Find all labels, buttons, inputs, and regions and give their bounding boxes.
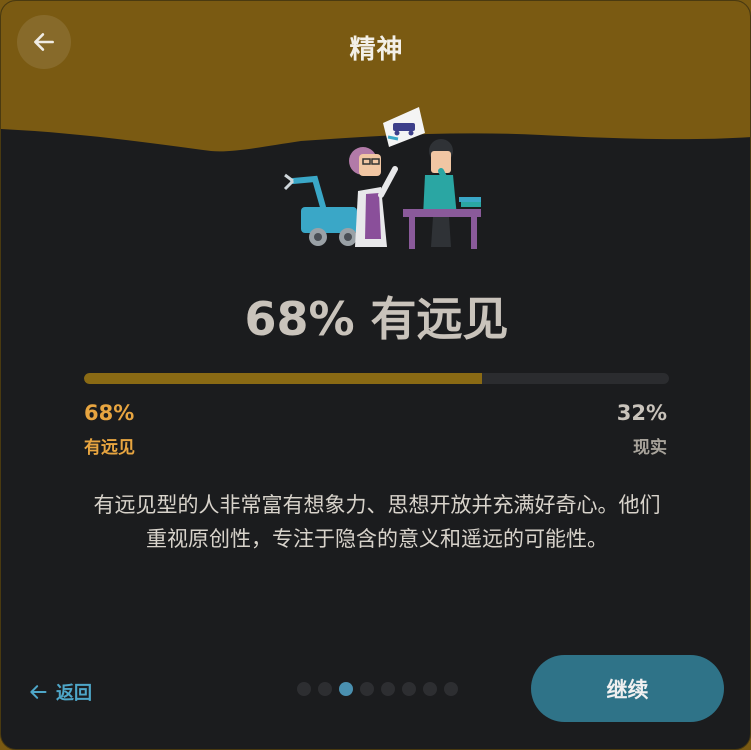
pagination-dot[interactable] (423, 682, 437, 696)
right-trait-label: 现实 (633, 438, 667, 458)
left-trait-label: 有远见 (84, 438, 135, 458)
result-headline: 68% 有远见 (244, 292, 509, 346)
page-title: 精神 (349, 35, 404, 65)
trait-progress-bar (84, 373, 669, 384)
right-trait-percent: 32% (616, 401, 667, 425)
pagination-dot[interactable] (381, 682, 395, 696)
pagination-dot[interactable] (318, 682, 332, 696)
trait-progress-fill (84, 373, 482, 384)
pagination-dot[interactable] (444, 682, 458, 696)
personality-result-card: 精神 68% 有远见 68% 有远见 32% 现实 有远见型的人非常富有想象力、… (0, 0, 751, 750)
back-button-label: 返回 (56, 683, 92, 704)
pagination-dot[interactable] (402, 682, 416, 696)
continue-button[interactable]: 继续 (531, 655, 724, 722)
trait-description: 有远见型的人非常富有想象力、思想开放并充满好奇心。他们重视原创性，专注于隐含的意… (93, 493, 661, 551)
left-trait-percent: 68% (84, 401, 135, 425)
pagination-dot[interactable] (360, 682, 374, 696)
pagination-dot[interactable] (339, 682, 353, 696)
illustration-visionary (283, 107, 481, 249)
arrow-left-icon (30, 685, 47, 699)
back-button[interactable]: 返回 (28, 679, 92, 705)
pagination-dot[interactable] (297, 682, 311, 696)
pagination-dots (297, 682, 458, 696)
